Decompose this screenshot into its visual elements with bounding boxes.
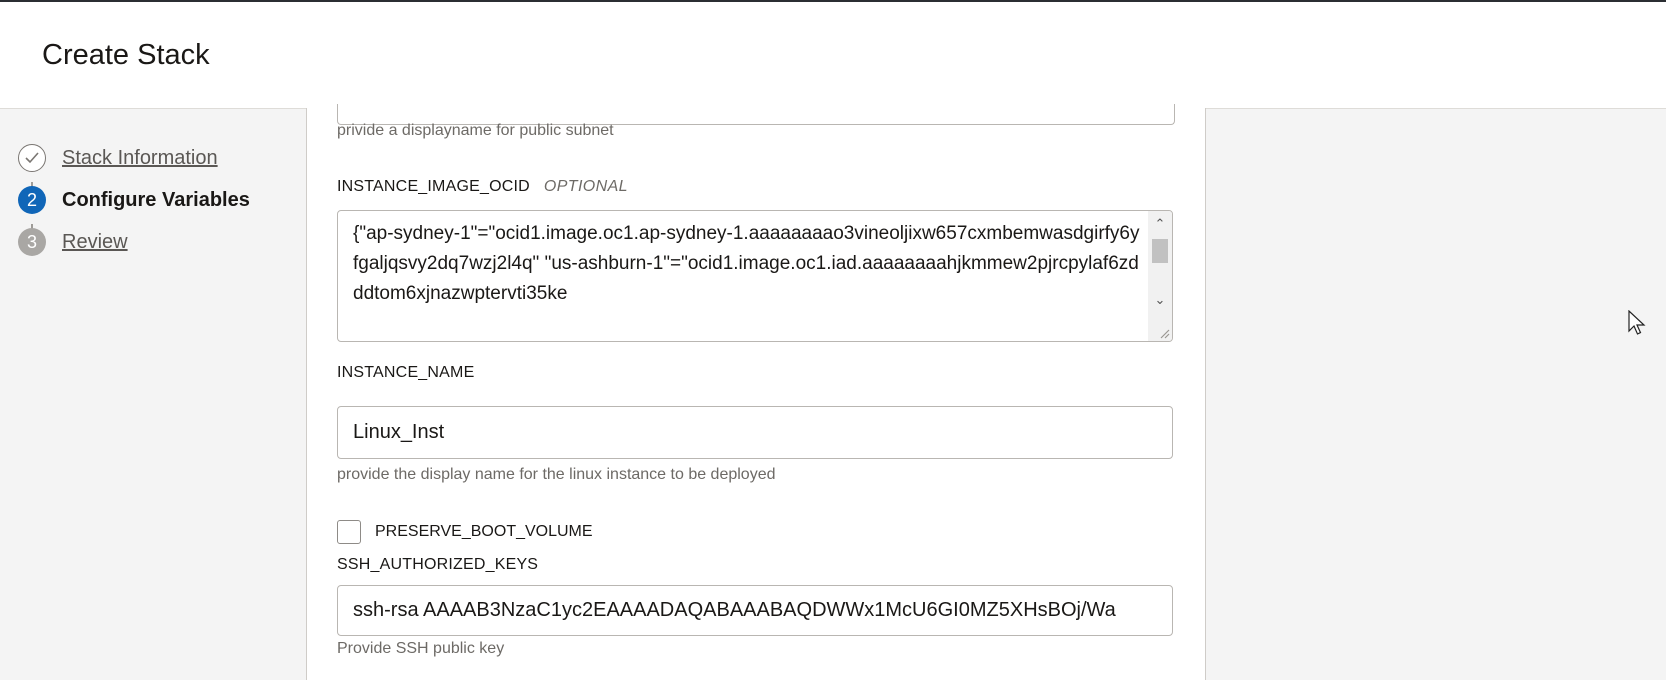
preserve-boot-volume-label: PRESERVE_BOOT_VOLUME	[375, 523, 593, 540]
form-panel: privide a displayname for public subnet …	[306, 104, 1206, 680]
step-label-stack-information[interactable]: Stack Information	[62, 147, 218, 170]
scroll-down-icon[interactable]: ⌄	[1148, 291, 1172, 309]
instance-name-input[interactable]: Linux_Inst	[337, 406, 1173, 459]
step-label-configure-variables: Configure Variables	[62, 188, 250, 211]
step-stack-information[interactable]: Stack Information	[18, 142, 218, 174]
step-review[interactable]: 3 Review	[18, 226, 128, 258]
page-title: Create Stack	[42, 39, 210, 71]
step-configure-variables: 2 Configure Variables	[18, 184, 250, 216]
instance-image-ocid-value: {"ap-sydney-1"="ocid1.image.oc1.ap-sydne…	[353, 223, 1140, 304]
instance-image-ocid-label: INSTANCE_IMAGE_OCID OPTIONAL	[337, 178, 628, 196]
page-header: Create Stack	[0, 2, 1666, 109]
instance-image-ocid-label-text: INSTANCE_IMAGE_OCID	[337, 178, 530, 195]
mouse-pointer-icon	[1628, 310, 1646, 335]
optional-tag: OPTIONAL	[543, 178, 628, 195]
step-label-review[interactable]: Review	[62, 231, 128, 254]
scroll-up-icon[interactable]: ⌃	[1148, 215, 1172, 233]
preserve-boot-volume-checkbox[interactable]	[337, 520, 361, 544]
instance-image-ocid-textarea[interactable]: {"ap-sydney-1"="ocid1.image.oc1.ap-sydne…	[337, 210, 1173, 342]
scroll-thumb[interactable]	[1152, 239, 1168, 263]
checkmark-icon	[18, 144, 46, 172]
ssh-authorized-keys-help: Provide SSH public key	[337, 640, 505, 657]
step-number-badge: 2	[18, 186, 46, 214]
preserve-boot-volume-row[interactable]: PRESERVE_BOOT_VOLUME	[337, 520, 593, 544]
step-number-badge: 3	[18, 228, 46, 256]
ssh-authorized-keys-input[interactable]: ssh-rsa AAAAB3NzaC1yc2EAAAADAQABAAABAQDW…	[337, 585, 1173, 636]
instance-name-label: INSTANCE_NAME	[337, 364, 475, 381]
textarea-scrollbar[interactable]: ⌃ ⌄	[1148, 211, 1172, 341]
instance-name-help: provide the display name for the linux i…	[337, 466, 776, 483]
resize-handle-icon[interactable]	[1158, 327, 1170, 339]
ssh-authorized-keys-label: SSH_AUTHORIZED_KEYS	[337, 556, 539, 573]
public-subnet-help: privide a displayname for public subnet	[337, 122, 614, 139]
